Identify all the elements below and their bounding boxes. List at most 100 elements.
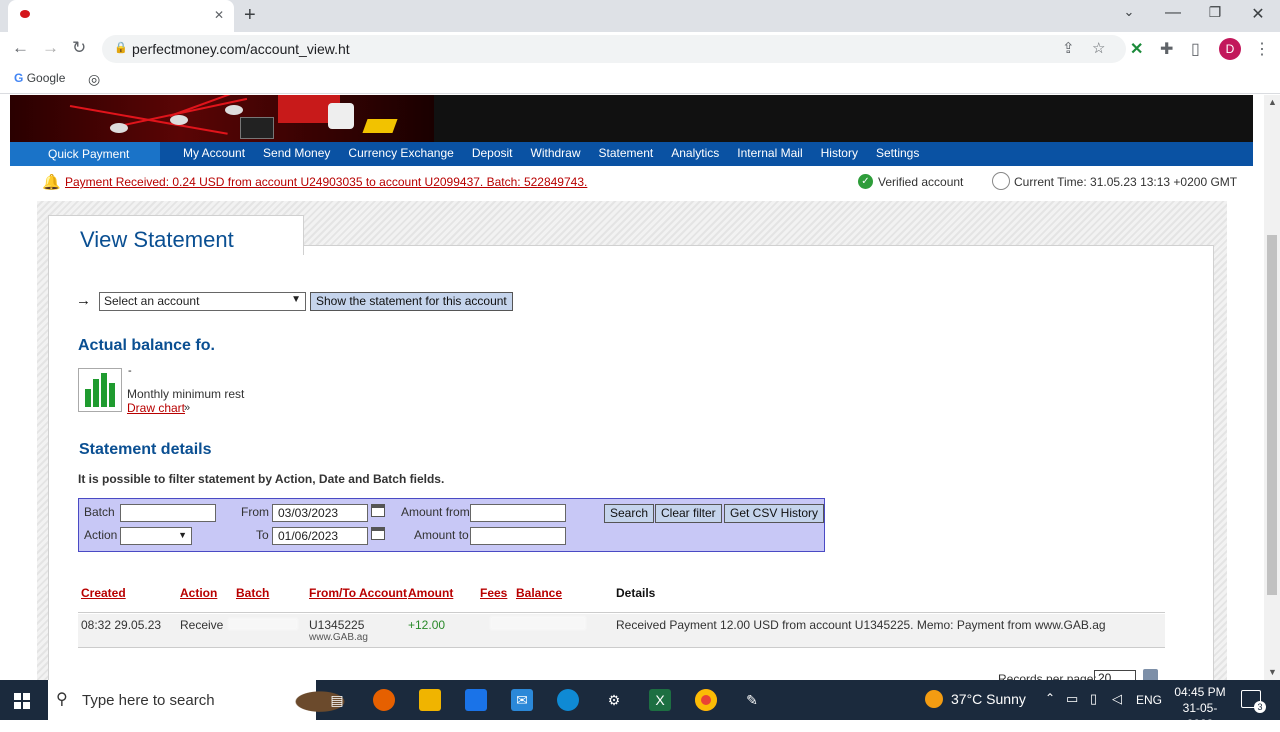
nav-my-account[interactable]: My Account — [174, 142, 254, 166]
weather-text[interactable]: 37°C Sunny — [951, 691, 1026, 707]
nav-analytics[interactable]: Analytics — [662, 142, 728, 166]
from-date-input[interactable]: 03/03/2023 — [272, 504, 368, 522]
battery-icon[interactable]: ▯ — [1090, 691, 1097, 707]
firefox-icon[interactable] — [373, 689, 395, 711]
forward-icon[interactable]: → — [42, 38, 59, 58]
page-viewport: Quick Payment My Account Send Money Curr… — [0, 95, 1264, 680]
amount-to-input[interactable] — [470, 527, 566, 545]
reload-icon[interactable]: ↻ — [72, 38, 86, 58]
batch-input[interactable] — [120, 504, 216, 522]
address-bar[interactable]: 🔒 perfectmoney.com/account_view.ht ⇪ ☆ — [102, 35, 1126, 63]
to-date-input[interactable]: 01/06/2023 — [272, 527, 368, 545]
search-button[interactable]: Search — [604, 504, 655, 523]
notification-center-icon[interactable]: 3 — [1241, 690, 1266, 713]
maximize-button[interactable]: ❐ — [1200, 4, 1230, 21]
task-view-icon[interactable]: ▤ — [326, 689, 348, 711]
raquo-icon: » — [184, 402, 191, 414]
chrome-icon[interactable] — [695, 689, 717, 711]
nav-withdraw[interactable]: Withdraw — [522, 142, 590, 166]
paint-icon[interactable]: ✎ — [741, 689, 763, 711]
page-scrollbar[interactable]: ▲ ▼ — [1264, 95, 1280, 680]
new-tab-button[interactable]: + — [244, 4, 256, 27]
header-divider — [78, 612, 1165, 613]
action-select[interactable]: ▼ — [120, 527, 192, 545]
language-indicator[interactable]: ENG — [1136, 693, 1162, 707]
col-details: Details — [616, 586, 656, 600]
clock-date: 31-05-2023 — [1182, 701, 1218, 731]
bookmark-star-icon[interactable]: ☆ — [1092, 39, 1105, 57]
profile-avatar[interactable]: D — [1219, 38, 1241, 60]
browser-menu-icon[interactable]: ⋮ — [1254, 39, 1270, 59]
bookmark-google[interactable]: G Google — [14, 71, 65, 85]
col-created[interactable]: Created — [81, 586, 126, 600]
main-navigation: Quick Payment My Account Send Money Curr… — [10, 142, 1253, 166]
csv-history-button[interactable]: Get CSV History — [724, 504, 825, 523]
col-fees[interactable]: Fees — [480, 586, 507, 600]
volume-icon[interactable]: ◁ — [1112, 691, 1122, 707]
col-batch[interactable]: Batch — [236, 586, 269, 600]
network-icon[interactable]: ▭ — [1066, 691, 1078, 707]
nav-history[interactable]: History — [812, 142, 867, 166]
url-text[interactable]: perfectmoney.com/account_view.ht — [132, 41, 350, 57]
nav-currency-exchange[interactable]: Currency Exchange — [339, 142, 462, 166]
bell-icon: 🔔 — [42, 174, 61, 191]
extensions-puzzle-icon[interactable]: ✚ — [1160, 39, 1173, 59]
settings-gear-icon[interactable]: ⚙ — [603, 689, 625, 711]
file-explorer-icon[interactable] — [419, 689, 441, 711]
taskbar-search[interactable]: ⚲ Type here to search — [48, 680, 362, 720]
print-icon[interactable] — [1143, 669, 1158, 680]
col-from-to[interactable]: From/To Account — [309, 586, 407, 600]
side-panel-icon[interactable]: ▯ — [1191, 39, 1200, 59]
draw-chart-link[interactable]: Draw chart — [127, 401, 185, 415]
redacted-batch — [228, 618, 298, 630]
banner-artwork — [10, 95, 434, 142]
globe-icon[interactable]: ◎ — [88, 71, 100, 88]
nav-internal-mail[interactable]: Internal Mail — [728, 142, 811, 166]
tab-search-icon[interactable]: ⌄ — [1114, 4, 1144, 20]
clear-filter-button[interactable]: Clear filter — [655, 504, 722, 523]
check-icon: ✓ — [858, 174, 873, 189]
close-window-button[interactable]: ✕ — [1243, 4, 1273, 24]
amount-to-label: Amount to — [414, 528, 469, 542]
browser-tab[interactable]: ✕ — [8, 0, 234, 32]
edge-icon[interactable] — [557, 689, 579, 711]
mail-icon[interactable]: ✉ — [511, 689, 533, 711]
toolbar: ← → ↻ 🔒 perfectmoney.com/account_view.ht… — [0, 32, 1280, 66]
share-icon[interactable]: ⇪ — [1062, 39, 1075, 57]
amount-from-input[interactable] — [470, 504, 566, 522]
chevron-up-icon[interactable]: ⌃ — [1045, 691, 1055, 705]
minimize-button[interactable]: — — [1158, 4, 1188, 22]
col-balance[interactable]: Balance — [516, 586, 562, 600]
extension-x-icon[interactable]: ✕ — [1130, 39, 1143, 59]
row-amount: +12.00 — [408, 618, 446, 632]
calendar-icon[interactable] — [371, 504, 385, 517]
back-icon[interactable]: ← — [12, 38, 29, 58]
bar-chart-icon[interactable] — [78, 368, 122, 412]
payment-notice-link[interactable]: Payment Received: 0.24 USD from account … — [65, 175, 587, 189]
records-per-page-select[interactable]: 20 — [1094, 670, 1136, 680]
excel-icon[interactable]: X — [649, 689, 671, 711]
page-title: View Statement — [80, 227, 234, 252]
col-amount[interactable]: Amount — [408, 586, 453, 600]
clock-display[interactable]: 04:45 PM 31-05-2023 — [1170, 684, 1230, 732]
chevron-down-icon: ▼ — [178, 530, 187, 540]
nav-menu: My Account Send Money Currency Exchange … — [174, 142, 928, 166]
windows-start-icon[interactable] — [14, 693, 30, 709]
store-icon[interactable] — [465, 689, 487, 711]
lock-icon: 🔒 — [114, 42, 128, 54]
account-select[interactable]: Select an account ▼ — [99, 292, 306, 311]
scroll-up-icon[interactable]: ▲ — [1268, 97, 1277, 107]
from-label: From — [241, 505, 269, 519]
nav-deposit[interactable]: Deposit — [463, 142, 522, 166]
nav-send-money[interactable]: Send Money — [254, 142, 339, 166]
nav-settings[interactable]: Settings — [867, 142, 928, 166]
nav-quick-payment[interactable]: Quick Payment — [10, 142, 160, 166]
scrollbar-thumb[interactable] — [1267, 235, 1277, 595]
clock-time: 04:45 PM — [1174, 685, 1226, 699]
scroll-down-icon[interactable]: ▼ — [1268, 667, 1277, 677]
col-action[interactable]: Action — [180, 586, 217, 600]
calendar-icon[interactable] — [371, 527, 385, 540]
close-tab-icon[interactable]: ✕ — [214, 8, 224, 22]
nav-statement[interactable]: Statement — [590, 142, 663, 166]
show-statement-button[interactable]: Show the statement for this account — [310, 292, 513, 311]
